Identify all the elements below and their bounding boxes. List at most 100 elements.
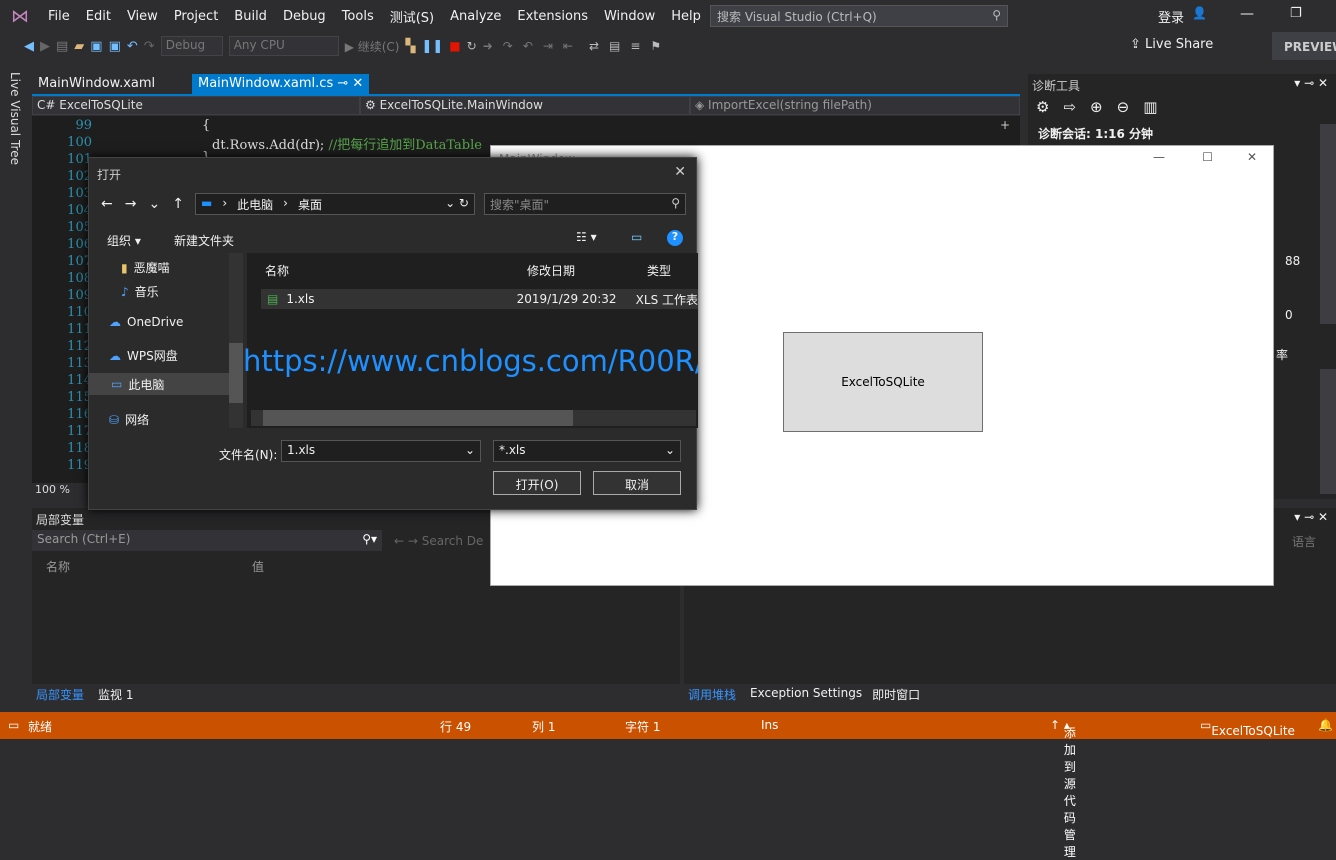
excel-to-sqlite-button[interactable]: ExcelToSQLite <box>783 332 983 432</box>
nav-item-network[interactable]: ⛁ 网络 <box>109 411 149 428</box>
back-icon[interactable]: ◀ <box>24 39 34 54</box>
tab-watch[interactable]: 监视 1 <box>98 686 133 703</box>
tab-call-stack[interactable]: 调用堆栈 <box>684 686 740 703</box>
open-button[interactable]: 打开(O) <box>493 471 581 495</box>
search-input[interactable]: 搜索 Visual Studio (Ctrl+Q) ⚲ <box>710 5 1008 27</box>
undo-icon[interactable]: ↶ <box>127 39 138 54</box>
menu-debug[interactable]: Debug <box>275 9 334 24</box>
redo-icon[interactable]: ↷ <box>144 39 155 54</box>
project-status-button[interactable]: ▭ ExcelToSQLite <box>1200 718 1295 738</box>
menu-help[interactable]: Help <box>663 9 709 24</box>
login-link[interactable]: 登录 <box>1158 7 1184 26</box>
nav-item-folder[interactable]: ▮ 恶魔喵 <box>121 259 170 276</box>
editor-tool-icons[interactable]: ⇄▤≡⚑ <box>589 39 671 53</box>
open-icon[interactable]: ▰ <box>74 39 84 54</box>
platform-select[interactable]: Any CPU <box>228 36 339 56</box>
dialog-search-input[interactable]: 搜索"桌面" ⚲ <box>484 193 686 215</box>
tab-exception-settings[interactable]: Exception Settings <box>750 686 862 703</box>
organize-button[interactable]: 组织 ▾ <box>107 232 141 249</box>
save-all-icon[interactable]: ▣ <box>109 39 121 54</box>
restore-button[interactable]: ❐ <box>1290 6 1302 21</box>
zoom-level[interactable]: 100 % <box>32 483 92 498</box>
menu-tools[interactable]: Tools <box>334 9 382 24</box>
address-bar[interactable]: ▬ › 此电脑 › 桌面 ⌄ ↻ <box>195 193 475 215</box>
process-icon[interactable]: ▚ <box>406 39 416 54</box>
notification-icon[interactable]: 🔔 <box>1318 718 1333 732</box>
filename-input[interactable]: 1.xls ⌄ <box>281 440 481 462</box>
filter-select[interactable]: *.xls ⌄ <box>493 440 681 462</box>
menu-extensions[interactable]: Extensions <box>509 9 596 24</box>
pause-icon[interactable]: ❚❚ <box>422 39 444 54</box>
minimize-button[interactable]: — <box>1153 150 1165 164</box>
new-folder-button[interactable]: 新建文件夹 <box>174 232 234 249</box>
panel-controls[interactable]: ▾ ⊸ ✕ <box>1294 510 1328 524</box>
nav-scrollbar[interactable] <box>229 253 243 428</box>
panel-controls[interactable]: ▾ ⊸ ✕ <box>1294 76 1328 90</box>
column-name[interactable]: 名称 <box>265 262 289 279</box>
column-name[interactable]: 名称 <box>46 558 70 575</box>
column-type[interactable]: 类型 <box>647 262 671 279</box>
menu-window[interactable]: Window <box>596 9 663 24</box>
preview-pane-icon[interactable]: ▭ <box>631 230 642 244</box>
search-icon[interactable]: ⚲▾ <box>362 532 377 546</box>
source-control-button[interactable]: ↑ 添加到源代码管理 ▴ <box>1050 718 1076 859</box>
tab-locals[interactable]: 局部变量 <box>32 686 88 703</box>
view-options-icon[interactable]: ☷ ▾ <box>576 230 597 244</box>
scrollbar[interactable] <box>1320 124 1336 324</box>
export-icon[interactable]: ⇨ <box>1063 98 1076 116</box>
horizontal-scrollbar[interactable] <box>251 410 696 426</box>
live-share-button[interactable]: ⇪ Live Share <box>1130 37 1213 52</box>
close-button[interactable]: ✕ <box>1247 150 1257 164</box>
file-row[interactable]: ▤ 1.xls 2019/1/29 20:32 XLS 工作表 <box>261 289 698 309</box>
nav-item-onedrive[interactable]: ☁ OneDrive <box>109 315 183 329</box>
minimize-button[interactable]: — <box>1240 6 1254 22</box>
help-icon[interactable]: ? <box>667 230 683 246</box>
breadcrumb-desktop[interactable]: 桌面 <box>298 196 322 212</box>
debug-step-icons[interactable]: ➜↷↶⇥⇤ <box>483 39 583 53</box>
maximize-button[interactable]: ☐ <box>1202 150 1213 164</box>
cancel-button[interactable]: 取消 <box>593 471 681 495</box>
scrollbar[interactable] <box>1320 369 1336 494</box>
member-dropdown[interactable]: ◈ ImportExcel(string filePath) <box>690 96 1020 115</box>
forward-icon[interactable]: ▶ <box>40 39 50 54</box>
column-value[interactable]: 值 <box>252 558 264 575</box>
menu-project[interactable]: Project <box>166 9 226 24</box>
breadcrumb-this-pc[interactable]: 此电脑 <box>237 196 273 212</box>
close-button[interactable]: ✕ <box>674 164 686 180</box>
menu-file[interactable]: File <box>40 9 78 24</box>
history-nav-icons[interactable]: ←→⌄↑ <box>101 196 196 212</box>
nav-item-this-pc[interactable]: ▭ 此电脑 <box>89 373 229 395</box>
class-dropdown[interactable]: ⚙ ExcelToSQLite.MainWindow <box>360 96 690 115</box>
continue-button[interactable]: ▶ 继续(C) <box>345 38 400 55</box>
project-dropdown[interactable]: C# ExcelToSQLite <box>32 96 360 115</box>
menu-view[interactable]: View <box>119 9 166 24</box>
zoom-in-icon[interactable]: ⊕ <box>1090 98 1103 116</box>
search-depth[interactable]: ← → Search De <box>394 534 483 548</box>
tab-mainwindow-xaml[interactable]: MainWindow.xaml <box>32 74 192 94</box>
pin-icon[interactable]: ⊸ <box>337 76 348 91</box>
locals-search-input[interactable]: Search (Ctrl+E) ⚲▾ <box>32 530 382 551</box>
live-visual-tree-tab[interactable]: Live Visual Tree <box>8 72 22 165</box>
column-date[interactable]: 修改日期 <box>527 262 575 279</box>
restart-icon[interactable]: ↻ <box>467 39 477 53</box>
refresh-icon[interactable]: ⌄ ↻ <box>445 196 469 212</box>
chart-icon[interactable]: ▥ <box>1143 98 1157 116</box>
menu-test[interactable]: 测试(S) <box>382 7 442 26</box>
close-icon[interactable]: ✕ <box>352 76 363 91</box>
column-language[interactable]: 语言 <box>1292 533 1316 550</box>
nav-item-wps[interactable]: ☁ WPS网盘 <box>109 347 178 364</box>
settings-icon[interactable]: ⚙ <box>1036 98 1049 116</box>
tab-immediate[interactable]: 即时窗口 <box>872 686 920 703</box>
tab-mainwindow-xaml-cs[interactable]: MainWindow.xaml.cs ⊸ ✕ <box>192 74 370 94</box>
save-icon[interactable]: ▣ <box>90 39 102 54</box>
stop-icon[interactable]: ■ <box>449 39 460 53</box>
chevron-down-icon[interactable]: ⌄ <box>465 443 475 457</box>
menu-build[interactable]: Build <box>226 9 275 24</box>
nav-item-music[interactable]: ♪ 音乐 <box>121 283 159 300</box>
menu-edit[interactable]: Edit <box>78 9 119 24</box>
menu-analyze[interactable]: Analyze <box>442 9 509 24</box>
new-project-icon[interactable]: ▤ <box>56 39 68 54</box>
config-select[interactable]: Debug <box>160 36 223 56</box>
zoom-out-icon[interactable]: ⊖ <box>1117 98 1130 116</box>
split-icon[interactable]: + <box>1000 118 1010 132</box>
